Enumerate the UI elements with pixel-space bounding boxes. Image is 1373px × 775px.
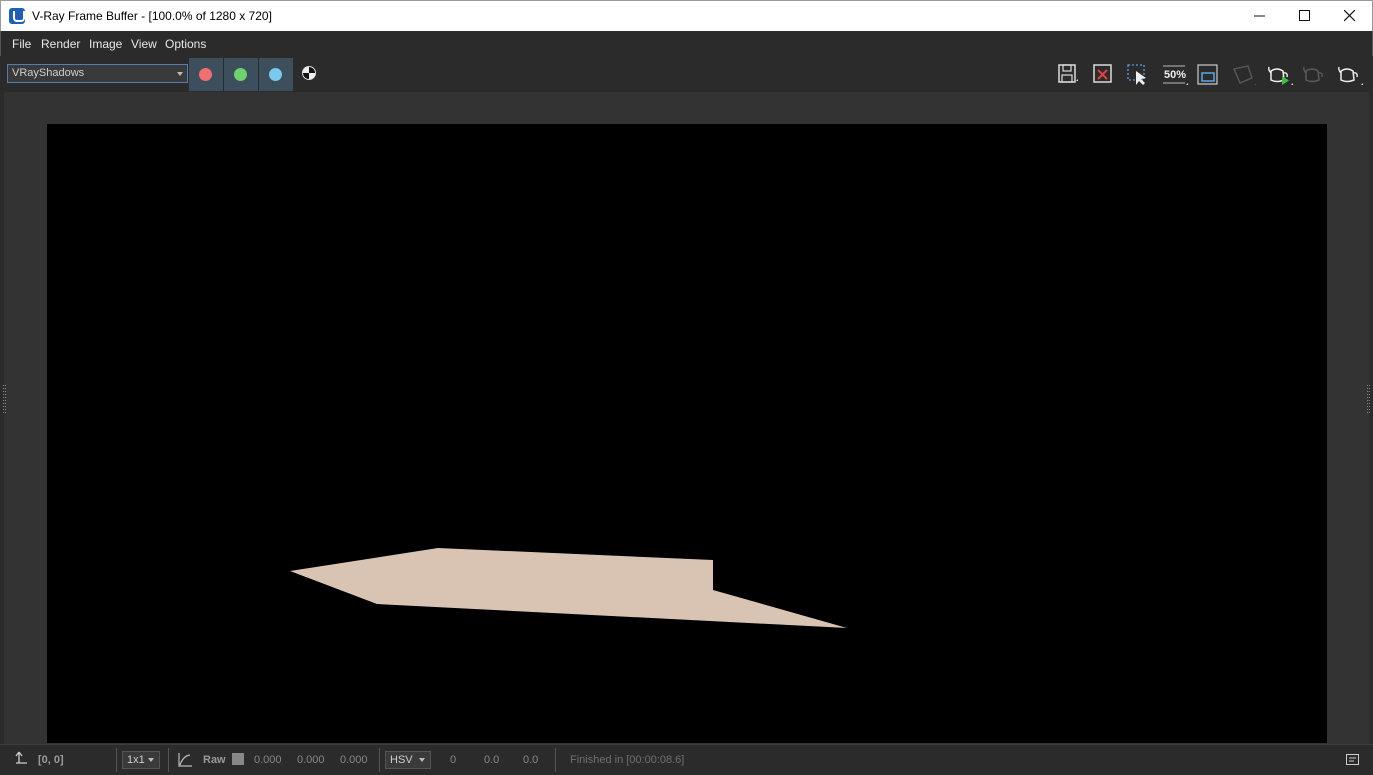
region-render-icon bbox=[1127, 64, 1146, 85]
raw-label[interactable]: Raw bbox=[203, 754, 226, 766]
sample-size-dropdown[interactable]: 1x1 bbox=[122, 751, 160, 769]
window-title: V-Ray Frame Buffer - [100.0% of 1280 x 7… bbox=[32, 9, 272, 23]
blue-dot-icon bbox=[269, 68, 282, 81]
save-image-button[interactable] bbox=[1054, 61, 1082, 87]
render-disabled-icon bbox=[1303, 66, 1323, 83]
separator bbox=[168, 748, 169, 772]
render-button[interactable] bbox=[1334, 61, 1363, 87]
render-interactive-icon bbox=[1268, 66, 1293, 85]
status-bar: [0, 0] 1x1 Raw 0.000 0.000 0.000 HSV 0 0… bbox=[0, 744, 1373, 775]
region-render-button[interactable] bbox=[1124, 61, 1152, 87]
v-value: 0.0 bbox=[523, 754, 539, 766]
title-bar: V-Ray Frame Buffer - [100.0% of 1280 x 7… bbox=[0, 0, 1373, 31]
s-value: 0.0 bbox=[484, 754, 500, 766]
menu-bar: File Render Image View Options bbox=[0, 31, 1373, 56]
green-channel-button[interactable] bbox=[224, 58, 258, 91]
menu-view[interactable]: View bbox=[131, 37, 157, 51]
render-channel-value: VRayShadows bbox=[12, 67, 85, 79]
minimize-icon bbox=[1254, 15, 1265, 17]
interactive-render-button[interactable] bbox=[1264, 61, 1293, 87]
toolbar: VRayShadows 50% bbox=[0, 56, 1373, 92]
chevron-down-icon bbox=[419, 758, 425, 762]
color-swatch bbox=[232, 753, 244, 765]
stop-render-button[interactable] bbox=[1229, 61, 1257, 87]
red-dot-icon bbox=[199, 68, 212, 81]
pixel-picker-icon[interactable] bbox=[13, 751, 29, 767]
clear-image-button[interactable] bbox=[1089, 61, 1117, 87]
render-icon bbox=[1338, 66, 1363, 85]
compare-button[interactable] bbox=[1194, 61, 1222, 87]
monochrome-icon[interactable] bbox=[302, 66, 316, 80]
zoom-50-label: 50% bbox=[1164, 69, 1186, 81]
zoom-50-icon: 50% bbox=[1163, 65, 1188, 85]
b-value: 0.000 bbox=[340, 754, 368, 766]
separator bbox=[379, 748, 380, 772]
stop-icon bbox=[1232, 65, 1256, 85]
color-mode-value: HSV bbox=[390, 754, 413, 766]
menu-options[interactable]: Options bbox=[165, 37, 206, 51]
render-channel-dropdown[interactable]: VRayShadows bbox=[7, 64, 188, 83]
minimize-button[interactable] bbox=[1237, 1, 1283, 31]
right-panel-grip[interactable] bbox=[1366, 385, 1371, 415]
curve-icon[interactable] bbox=[177, 752, 193, 768]
green-dot-icon bbox=[234, 68, 247, 81]
g-value: 0.000 bbox=[297, 754, 325, 766]
menu-image[interactable]: Image bbox=[89, 37, 122, 51]
clear-image-icon bbox=[1093, 64, 1112, 83]
left-panel-grip[interactable] bbox=[2, 385, 7, 415]
shadow-shape bbox=[290, 548, 847, 628]
zoom-50-button[interactable]: 50% bbox=[1159, 61, 1188, 87]
blue-channel-button[interactable] bbox=[259, 58, 293, 91]
separator bbox=[116, 748, 117, 772]
vray-logo-icon bbox=[9, 8, 25, 24]
log-panel-icon[interactable] bbox=[1346, 754, 1360, 766]
menu-file[interactable]: File bbox=[12, 37, 31, 51]
color-mode-dropdown[interactable]: HSV bbox=[385, 751, 431, 769]
h-value: 0 bbox=[450, 754, 457, 766]
compare-icon bbox=[1197, 64, 1218, 85]
chevron-down-icon bbox=[177, 72, 183, 76]
maximize-icon bbox=[1299, 10, 1310, 21]
rendered-image bbox=[47, 124, 1327, 743]
render-disabled-button[interactable] bbox=[1299, 61, 1327, 87]
separator bbox=[555, 748, 556, 772]
r-value: 0.000 bbox=[254, 754, 282, 766]
save-icon bbox=[1058, 64, 1078, 83]
menu-render[interactable]: Render bbox=[41, 37, 80, 51]
maximize-button[interactable] bbox=[1282, 1, 1328, 31]
pixel-coordinates: [0, 0] bbox=[38, 754, 64, 766]
sample-size-value: 1x1 bbox=[127, 754, 145, 766]
chevron-down-icon bbox=[148, 758, 154, 762]
red-channel-button[interactable] bbox=[189, 58, 223, 91]
render-status: Finished in [00:00:08.6] bbox=[570, 754, 685, 766]
render-canvas bbox=[290, 548, 847, 628]
close-icon bbox=[1344, 10, 1356, 22]
close-button[interactable] bbox=[1327, 1, 1373, 31]
